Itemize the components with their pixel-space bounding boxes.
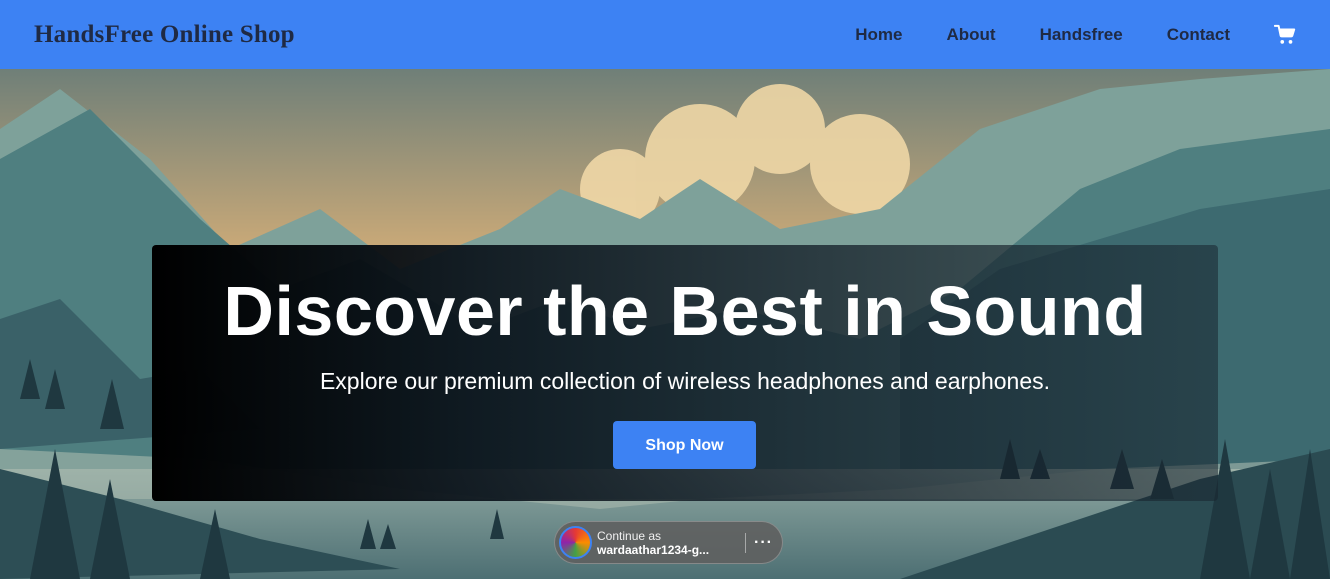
nav-link-handsfree[interactable]: Handsfree bbox=[1040, 25, 1123, 45]
continue-as-prompt[interactable]: Continue as wardaathar1234-g... ··· bbox=[554, 521, 783, 564]
nav-link-about[interactable]: About bbox=[946, 25, 995, 45]
divider bbox=[745, 532, 746, 553]
page: HandsFree Online Shop Home About Handsfr… bbox=[0, 0, 1330, 579]
continue-as-label: Continue as bbox=[597, 528, 662, 543]
site-header: HandsFree Online Shop Home About Handsfr… bbox=[0, 0, 1330, 69]
site-brand[interactable]: HandsFree Online Shop bbox=[34, 21, 295, 49]
continue-as-username: wardaathar1234-g... bbox=[597, 542, 710, 557]
main-nav: Home About Handsfree Contact bbox=[855, 24, 1296, 46]
more-options-icon[interactable]: ··· bbox=[754, 534, 773, 551]
shopping-cart-icon[interactable] bbox=[1273, 24, 1296, 46]
nav-link-contact[interactable]: Contact bbox=[1167, 25, 1230, 45]
continue-as-text: Continue as wardaathar1234-g... bbox=[597, 529, 733, 557]
hero-subtitle: Explore our premium collection of wirele… bbox=[319, 368, 1051, 394]
hero-title: Discover the Best in Sound bbox=[223, 272, 1147, 350]
shop-now-button[interactable]: Shop Now bbox=[613, 421, 756, 469]
avatar bbox=[559, 526, 592, 559]
nav-link-home[interactable]: Home bbox=[855, 25, 902, 45]
hero-banner: Discover the Best in Sound Explore our p… bbox=[152, 245, 1218, 501]
